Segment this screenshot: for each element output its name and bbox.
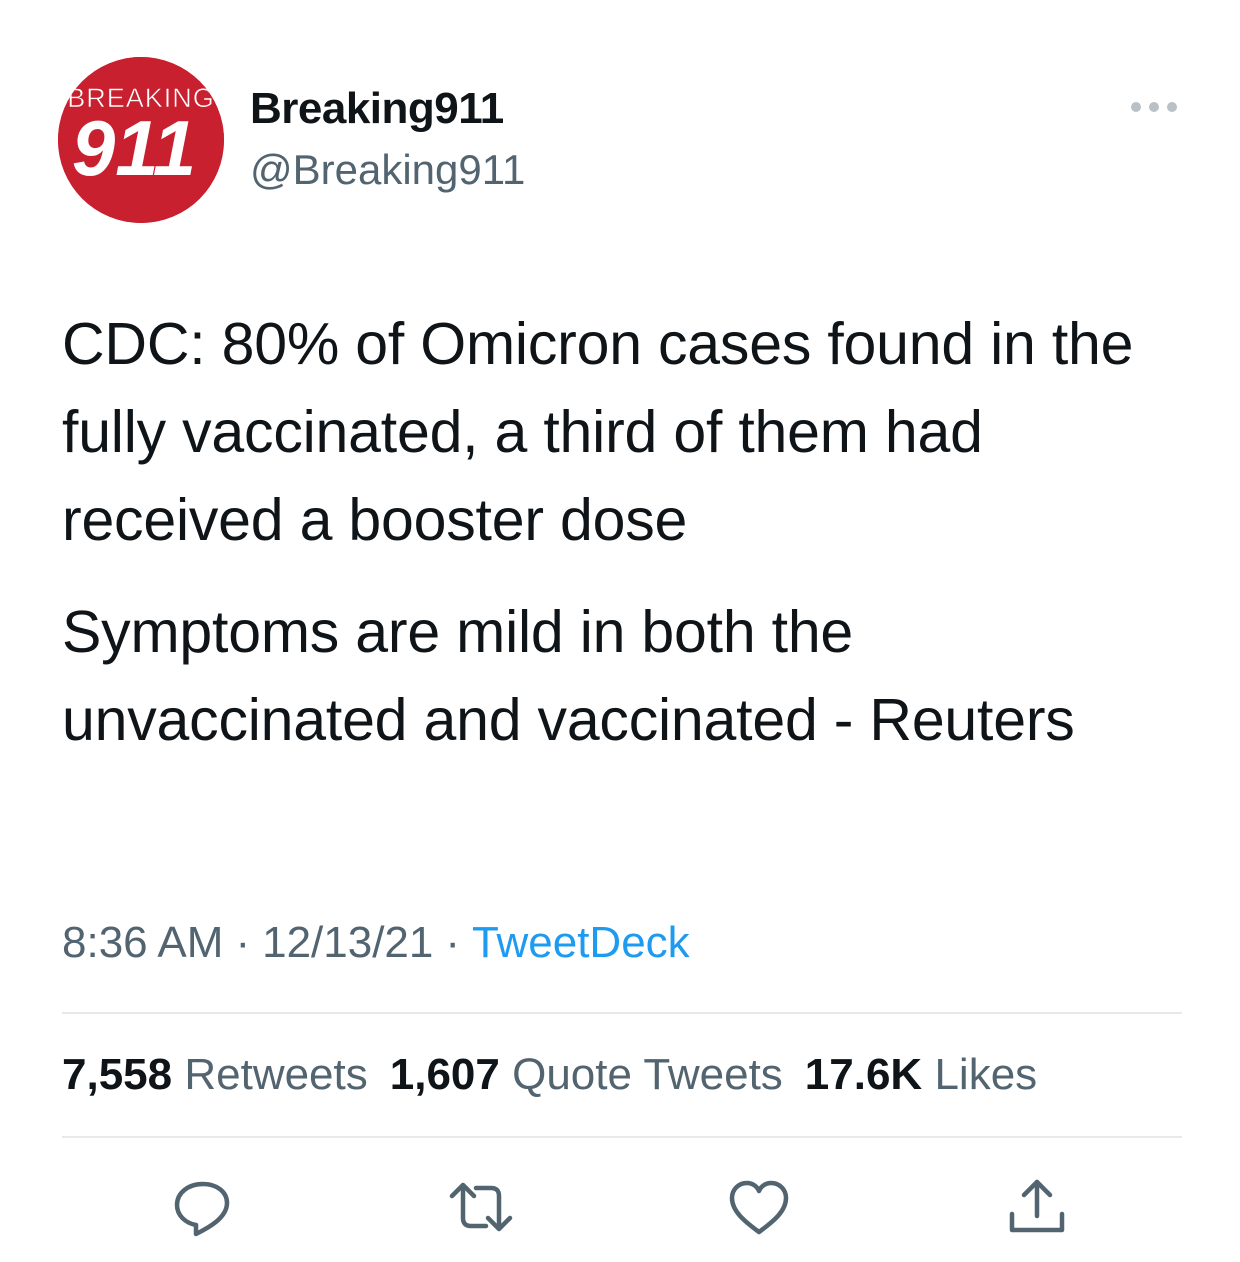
tweet-text: CDC: 80% of Omicron cases found in the f… xyxy=(62,300,1192,764)
tweet-action-bar xyxy=(0,1172,1240,1242)
tweet-stats: 7,558 Retweets 1,607 Quote Tweets 17.6K Li… xyxy=(62,1050,1059,1100)
quote-tweets-label: Quote Tweets xyxy=(512,1050,783,1099)
avatar[interactable]: BREAKING 911 xyxy=(58,57,224,223)
quote-tweets-count: 1,607 xyxy=(389,1050,500,1099)
author-display-name[interactable]: Breaking911 xyxy=(250,84,504,134)
retweets-stat[interactable]: 7,558 Retweets xyxy=(62,1050,368,1099)
meta-separator: · xyxy=(445,918,461,967)
divider xyxy=(62,1012,1182,1014)
author-handle[interactable]: @Breaking911 xyxy=(250,146,525,194)
retweet-icon xyxy=(449,1182,513,1232)
tweet-date[interactable]: 12/13/21 xyxy=(262,918,433,967)
reply-icon xyxy=(174,1181,230,1237)
like-button[interactable] xyxy=(724,1172,794,1242)
avatar-number: 911 xyxy=(72,104,196,192)
share-icon xyxy=(1009,1179,1065,1233)
reply-button[interactable] xyxy=(168,1172,238,1242)
likes-stat[interactable]: 17.6K Likes xyxy=(805,1050,1037,1099)
retweets-label: Retweets xyxy=(184,1050,368,1099)
likes-label: Likes xyxy=(934,1050,1038,1099)
retweet-button[interactable] xyxy=(446,1172,516,1242)
tweet-paragraph-1: CDC: 80% of Omicron cases found in the f… xyxy=(62,311,1134,553)
tweet-paragraph-2: Symptoms are mild in both the unvaccinat… xyxy=(62,599,1075,753)
tweet-meta: 8:36 AM · 12/13/21 · TweetDeck xyxy=(62,918,690,968)
heart-icon xyxy=(729,1180,789,1235)
more-icon xyxy=(1131,102,1177,112)
more-button[interactable] xyxy=(1126,92,1182,122)
divider xyxy=(62,1136,1182,1138)
breaking911-logo: BREAKING 911 xyxy=(58,57,224,223)
meta-separator: · xyxy=(235,918,251,967)
tweet-source-link[interactable]: TweetDeck xyxy=(472,918,690,967)
retweets-count: 7,558 xyxy=(62,1050,173,1099)
tweet-time[interactable]: 8:36 AM xyxy=(62,918,223,967)
quote-tweets-stat[interactable]: 1,607 Quote Tweets xyxy=(390,1050,783,1099)
share-button[interactable] xyxy=(1002,1172,1072,1242)
likes-count: 17.6K xyxy=(804,1050,923,1099)
